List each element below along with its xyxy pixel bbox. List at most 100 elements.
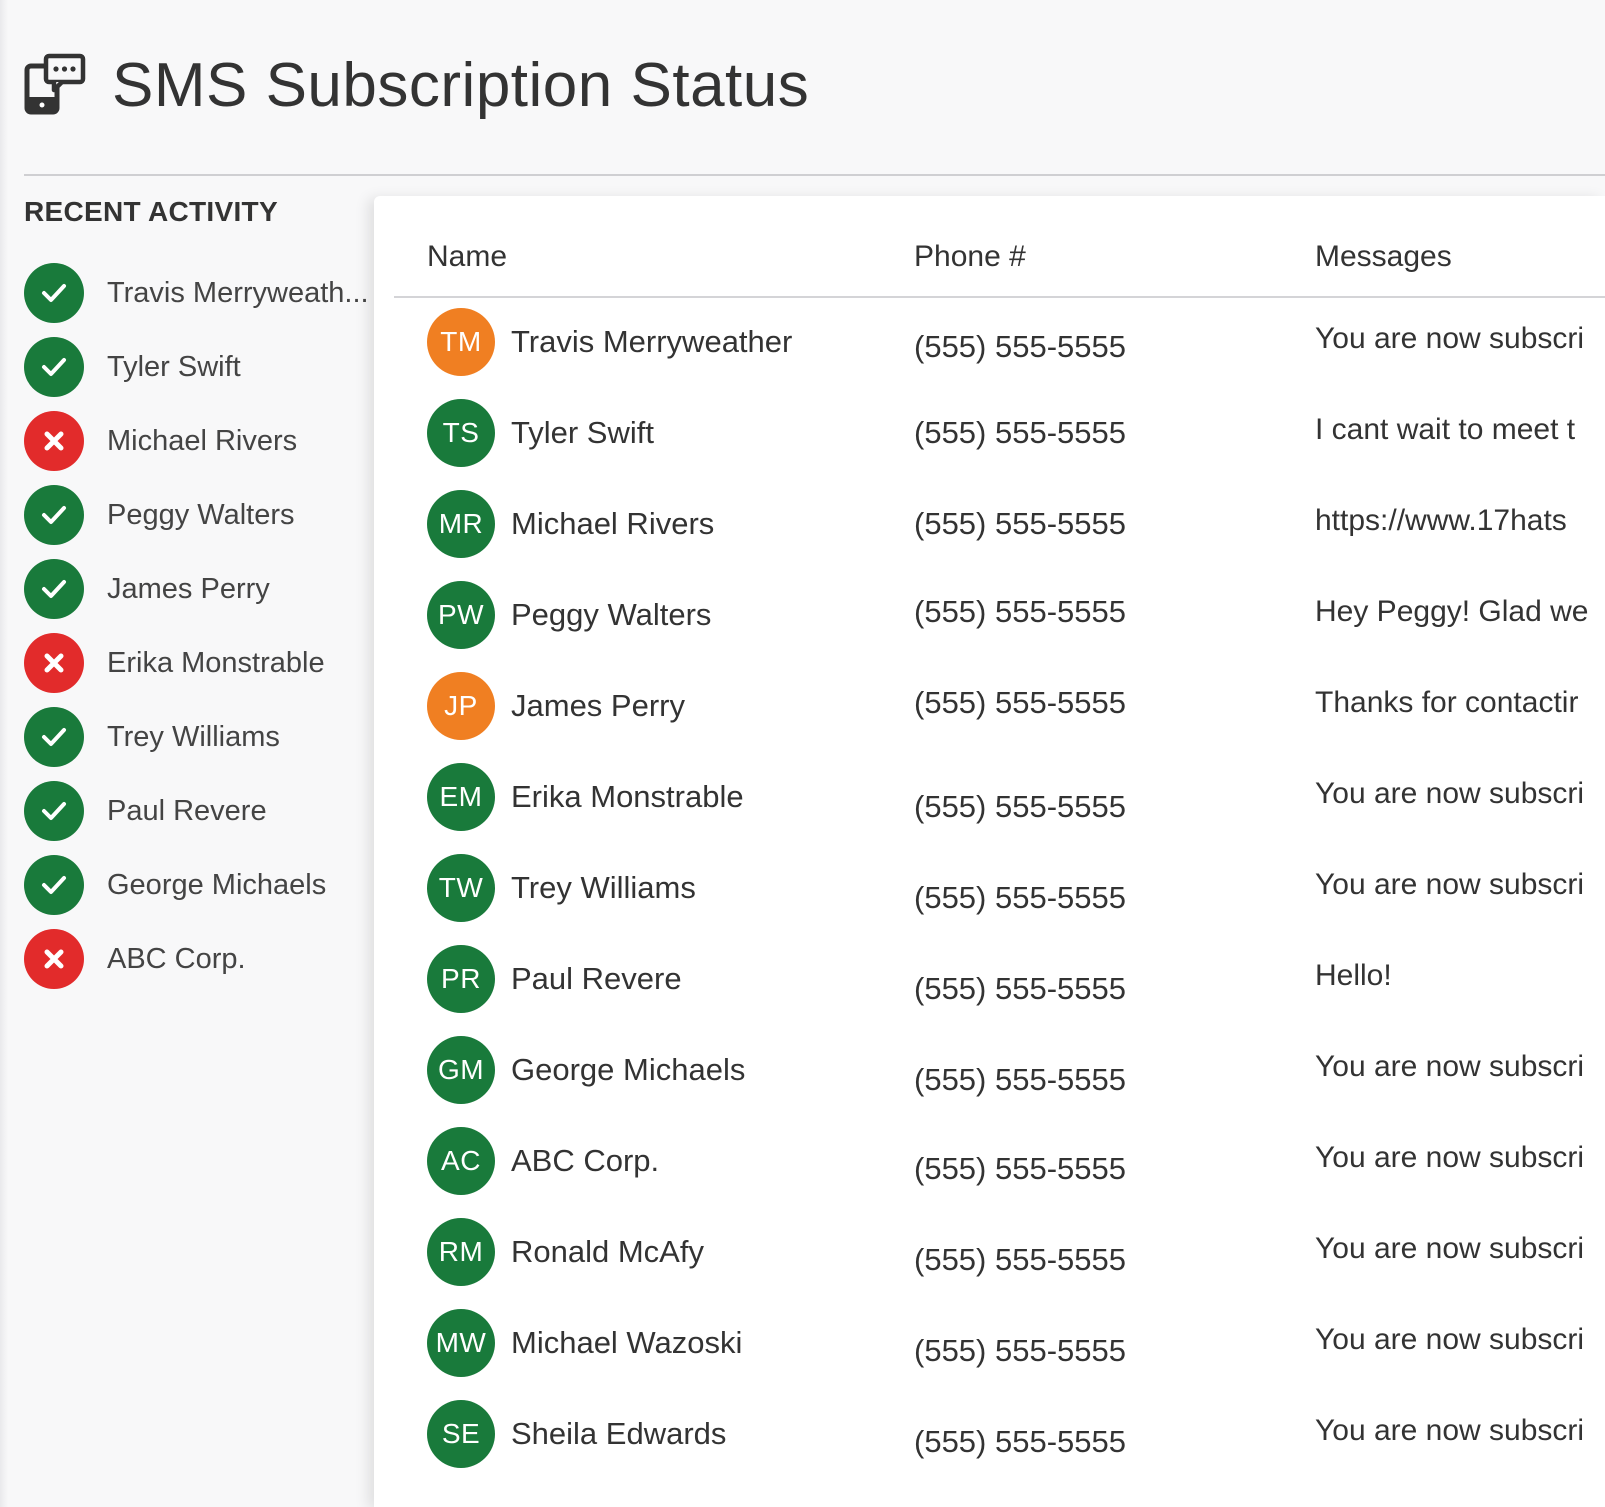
avatar: SE xyxy=(427,1400,495,1468)
table-row[interactable]: MW Michael Wazoski (555) 555-5555 You are n… xyxy=(394,1309,1605,1400)
cell-phone: (555) 555-5555 xyxy=(914,880,1126,915)
table-row[interactable]: PW Peggy Walters (555) 555-5555 Hey Peggy! … xyxy=(394,581,1605,672)
activity-name: ABC Corp. xyxy=(107,942,246,975)
cell-message: You are now subscri xyxy=(1315,1323,1585,1356)
activity-item[interactable]: Peggy Walters xyxy=(24,478,374,552)
subscription-table-panel: Name Phone # Messages TM Travis Merryweat… xyxy=(374,196,1605,1507)
activity-item[interactable]: James Perry xyxy=(24,552,374,626)
avatar: PW xyxy=(427,581,495,649)
cell-name: Michael Wazoski xyxy=(511,1325,743,1360)
cell-message: You are now subscri xyxy=(1315,1414,1585,1447)
table-row[interactable]: SE Sheila Edwards (555) 555-5555 You are no… xyxy=(394,1400,1605,1491)
check-circle-icon xyxy=(24,781,84,841)
cell-message: Hello! xyxy=(1315,959,1392,992)
avatar: PR xyxy=(427,945,495,1013)
cell-name: Trey Williams xyxy=(511,870,696,905)
activity-name: Tyler Swift xyxy=(107,350,241,383)
activity-name: Trey Williams xyxy=(107,720,280,753)
table-row[interactable]: TM Travis Merryweather (555) 555-5555 You a… xyxy=(394,308,1605,399)
cell-message: Hey Peggy! Glad we xyxy=(1315,595,1589,628)
check-circle-icon xyxy=(24,263,84,323)
recent-activity-list: Travis Merryweath... Tyler Swift Michael R… xyxy=(24,256,374,996)
cell-phone: (555) 555-5555 xyxy=(914,506,1126,541)
check-circle-icon xyxy=(24,855,84,915)
cell-name: Peggy Walters xyxy=(511,597,712,632)
avatar: TW xyxy=(427,854,495,922)
left-edge-shadow xyxy=(0,0,8,1507)
cell-name: Erika Monstrable xyxy=(511,779,744,814)
cell-phone: (555) 555-5555 xyxy=(914,415,1126,450)
activity-name: Paul Revere xyxy=(107,794,267,827)
cell-message: https://www.17hats xyxy=(1315,504,1567,537)
sms-phone-icon xyxy=(24,53,86,117)
x-circle-icon xyxy=(24,633,84,693)
page-title: SMS Subscription Status xyxy=(112,50,810,120)
activity-item[interactable]: Tyler Swift xyxy=(24,330,374,404)
cell-message: You are now subscri xyxy=(1315,868,1585,901)
activity-name: James Perry xyxy=(107,572,270,605)
cell-phone: (555) 555-5555 xyxy=(914,1151,1126,1186)
cell-phone: (555) 555-5555 xyxy=(914,329,1126,364)
table-row[interactable]: PR Paul Revere (555) 555-5555 Hello! xyxy=(394,945,1605,1036)
avatar: GM xyxy=(427,1036,495,1104)
activity-item[interactable]: Travis Merryweath... xyxy=(24,256,374,330)
table-header: Name Phone # Messages xyxy=(394,232,1605,298)
avatar: TS xyxy=(427,399,495,467)
activity-name: Erika Monstrable xyxy=(107,646,325,679)
column-header-name[interactable]: Name xyxy=(427,240,507,274)
table-row[interactable]: TW Trey Williams (555) 555-5555 You are now… xyxy=(394,854,1605,945)
column-header-messages[interactable]: Messages xyxy=(1315,240,1452,274)
activity-name: Michael Rivers xyxy=(107,424,298,457)
table-row[interactable]: JP James Perry (555) 555-5555 Thanks for co… xyxy=(394,672,1605,763)
cell-name: Sheila Edwards xyxy=(511,1416,727,1451)
table-row[interactable]: EM Erika Monstrable (555) 555-5555 You are … xyxy=(394,763,1605,854)
table-row[interactable]: MR Michael Rivers (555) 555-5555 https://ww… xyxy=(394,490,1605,581)
table-row[interactable]: GM George Michaels (555) 555-5555 You are n… xyxy=(394,1036,1605,1127)
check-circle-icon xyxy=(24,559,84,619)
page-header: SMS Subscription Status xyxy=(24,40,809,130)
cell-phone: (555) 555-5555 xyxy=(914,1333,1126,1368)
table-row[interactable]: RM Ronald McAfy (555) 555-5555 You are now … xyxy=(394,1218,1605,1309)
cell-phone: (555) 555-5555 xyxy=(914,685,1126,720)
avatar: MW xyxy=(427,1309,495,1377)
cell-phone: (555) 555-5555 xyxy=(914,789,1126,824)
cell-message: I cant wait to meet t xyxy=(1315,413,1576,446)
activity-item[interactable]: Trey Williams xyxy=(24,700,374,774)
activity-item[interactable]: George Michaels xyxy=(24,848,374,922)
cell-phone: (555) 555-5555 xyxy=(914,971,1126,1006)
check-circle-icon xyxy=(24,485,84,545)
column-header-phone[interactable]: Phone # xyxy=(914,240,1026,274)
cell-phone: (555) 555-5555 xyxy=(914,1424,1126,1459)
activity-item[interactable]: Paul Revere xyxy=(24,774,374,848)
cell-name: ABC Corp. xyxy=(511,1143,660,1178)
avatar: JP xyxy=(427,672,495,740)
cell-phone: (555) 555-5555 xyxy=(914,1242,1126,1277)
activity-name: George Michaels xyxy=(107,868,327,901)
table-row[interactable]: AC ABC Corp. (555) 555-5555 You are now sub… xyxy=(394,1127,1605,1218)
activity-item[interactable]: Michael Rivers xyxy=(24,404,374,478)
cell-message: You are now subscri xyxy=(1315,1050,1585,1083)
app-root: SMS Subscription Status RECENT ACTIVITY … xyxy=(0,0,1605,1507)
cell-name: James Perry xyxy=(511,688,685,723)
cell-message: You are now subscri xyxy=(1315,1232,1585,1265)
cell-name: Ronald McAfy xyxy=(511,1234,704,1269)
table-row[interactable]: TS Tyler Swift (555) 555-5555 I cant wait t… xyxy=(394,399,1605,490)
x-circle-icon xyxy=(24,411,84,471)
avatar: MR xyxy=(427,490,495,558)
avatar: RM xyxy=(427,1218,495,1286)
activity-item[interactable]: Erika Monstrable xyxy=(24,626,374,700)
activity-name: Travis Merryweath... xyxy=(107,276,369,309)
cell-name: Paul Revere xyxy=(511,961,682,996)
check-circle-icon xyxy=(24,707,84,767)
cell-name: Michael Rivers xyxy=(511,506,715,541)
activity-item[interactable]: ABC Corp. xyxy=(24,922,374,996)
header-divider xyxy=(24,174,1605,176)
cell-name: George Michaels xyxy=(511,1052,746,1087)
cell-name: Tyler Swift xyxy=(511,415,654,450)
x-circle-icon xyxy=(24,929,84,989)
cell-message: You are now subscri xyxy=(1315,777,1585,810)
recent-activity-title: RECENT ACTIVITY xyxy=(24,196,278,227)
recent-activity-panel: RECENT ACTIVITY Travis Merryweath... Tyle… xyxy=(24,196,374,996)
cell-name: Travis Merryweather xyxy=(511,324,793,359)
cell-message: You are now subscri xyxy=(1315,322,1585,355)
